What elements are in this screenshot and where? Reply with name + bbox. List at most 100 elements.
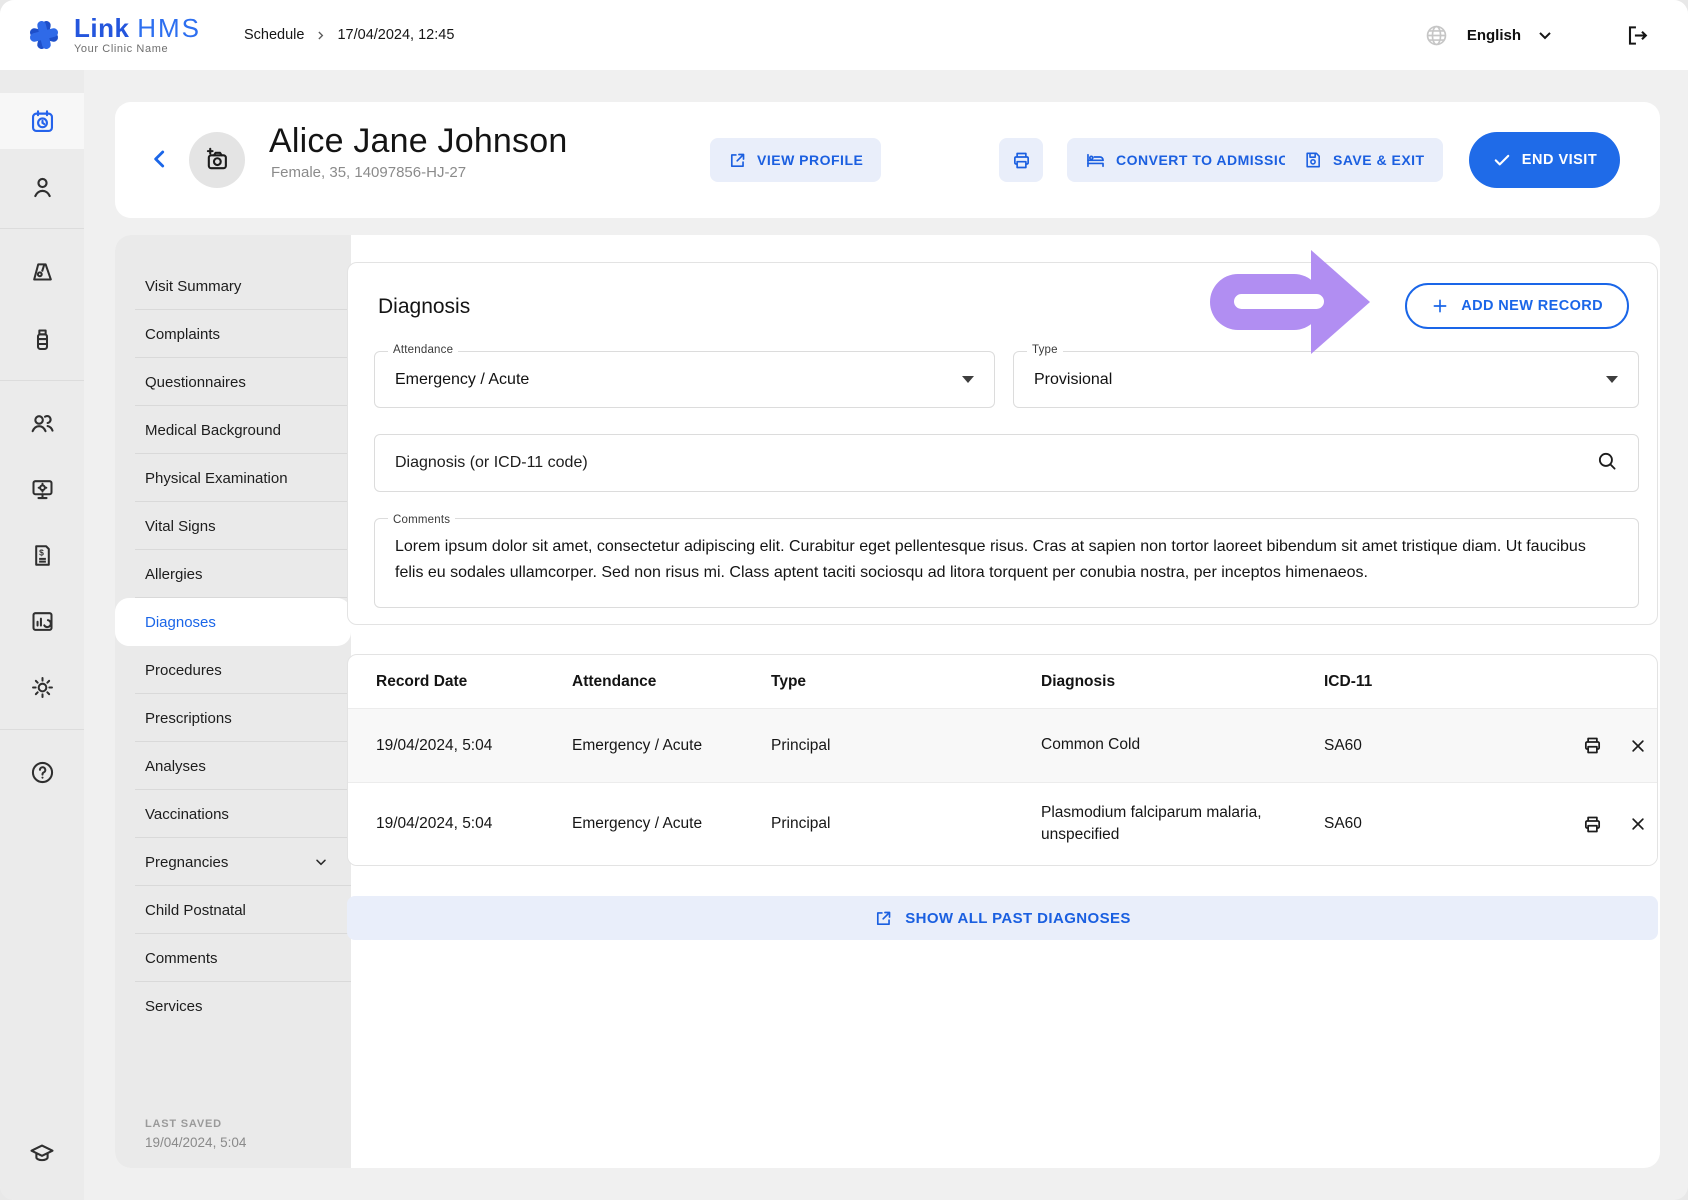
add-new-record-button[interactable]: ADD NEW RECORD <box>1405 283 1629 329</box>
cell-icd11: SA60 <box>1324 737 1511 755</box>
nav-item-child-postnatal[interactable]: Child Postnatal <box>115 886 351 934</box>
caret-down-icon <box>962 376 974 383</box>
nav-item-medical-background[interactable]: Medical Background <box>115 406 351 454</box>
patient-name: Alice Jane Johnson <box>269 122 567 161</box>
attendance-value: Emergency / Acute <box>395 371 529 389</box>
monitor-settings-icon <box>29 476 56 503</box>
chart-report-icon <box>29 608 56 635</box>
logout-icon <box>1625 23 1650 48</box>
nav-item-prescriptions[interactable]: Prescriptions <box>115 694 351 742</box>
brand-tagline: Your Clinic Name <box>74 43 201 55</box>
chevron-left-icon <box>147 146 173 172</box>
medical-cross-logo-icon <box>24 15 64 55</box>
last-saved-value: 19/04/2024, 5:04 <box>145 1135 246 1150</box>
print-visit-button[interactable] <box>999 138 1043 182</box>
rail-laboratory-button[interactable] <box>0 244 84 300</box>
save-and-exit-button[interactable]: SAVE & EXIT <box>1285 138 1443 182</box>
rail-schedule-button[interactable] <box>0 93 84 149</box>
cell-diagnosis: Common Cold <box>1041 734 1324 756</box>
brand-name: Link HMS <box>74 15 201 41</box>
top-bar: Link HMS Your Clinic Name Schedule 17/04… <box>0 0 1688 70</box>
hospital-bed-icon <box>1085 150 1106 171</box>
nav-item-comments[interactable]: Comments <box>115 934 351 982</box>
col-record-date: Record Date <box>348 673 572 691</box>
print-record-button[interactable] <box>1582 814 1603 835</box>
plus-icon <box>1431 297 1449 315</box>
brand-logo[interactable]: Link HMS Your Clinic Name <box>0 15 220 55</box>
icon-rail: $ <box>0 70 84 1200</box>
breadcrumb: Schedule 17/04/2024, 12:45 <box>244 27 454 43</box>
delete-record-button[interactable] <box>1629 815 1647 833</box>
caret-down-icon <box>1606 376 1618 383</box>
convert-to-admission-button[interactable]: CONVERT TO ADMISSION <box>1067 138 1318 182</box>
table-row: 19/04/2024, 5:04 Emergency / Acute Princ… <box>348 709 1657 783</box>
print-record-button[interactable] <box>1582 735 1603 756</box>
gear-icon <box>29 674 56 701</box>
svg-text:$: $ <box>39 547 44 557</box>
delete-record-button[interactable] <box>1629 737 1647 755</box>
invoice-icon: $ <box>29 542 56 569</box>
breadcrumb-schedule-link[interactable]: Schedule <box>244 27 304 43</box>
patient-avatar-add-photo[interactable] <box>189 132 245 188</box>
nav-item-visit-summary[interactable]: Visit Summary <box>115 262 351 310</box>
visit-content-card: Visit Summary Complaints Questionnaires … <box>115 235 1660 1168</box>
rail-divider <box>0 380 84 381</box>
diagnosis-search-field <box>374 434 1639 492</box>
col-icd11: ICD-11 <box>1324 673 1511 691</box>
graduation-cap-icon <box>28 1139 56 1167</box>
close-icon <box>1629 737 1647 755</box>
rail-staff-button[interactable] <box>0 395 84 451</box>
rail-divider <box>0 228 84 229</box>
attendance-select[interactable]: Attendance Emergency / Acute <box>374 351 995 408</box>
rail-medications-button[interactable] <box>0 311 84 367</box>
save-file-icon <box>1303 150 1323 170</box>
rail-billing-button[interactable]: $ <box>0 527 84 583</box>
nav-item-services[interactable]: Services <box>115 982 351 1030</box>
type-value: Provisional <box>1034 371 1112 389</box>
nav-item-allergies[interactable]: Allergies <box>115 550 351 598</box>
table-row: 19/04/2024, 5:04 Emergency / Acute Princ… <box>348 783 1657 865</box>
end-visit-button[interactable]: END VISIT <box>1469 132 1620 188</box>
diagnosis-search-input[interactable] <box>395 454 1584 472</box>
patient-meta: Female, 35, 14097856-HJ-27 <box>271 164 466 181</box>
view-profile-button[interactable]: VIEW PROFILE <box>710 138 881 182</box>
nav-item-complaints[interactable]: Complaints <box>115 310 351 358</box>
show-all-past-diagnoses-button[interactable]: SHOW ALL PAST DIAGNOSES <box>347 896 1658 940</box>
person-icon <box>29 174 56 201</box>
close-icon <box>1629 815 1647 833</box>
diagnosis-records-table: Record Date Attendance Type Diagnosis IC… <box>347 654 1658 866</box>
rail-reports-button[interactable] <box>0 593 84 649</box>
cell-record-date: 19/04/2024, 5:04 <box>348 737 572 755</box>
rail-patients-button[interactable] <box>0 159 84 215</box>
visit-nav-panel: Visit Summary Complaints Questionnaires … <box>115 235 351 1168</box>
section-title: Diagnosis <box>378 295 470 319</box>
rail-learning-button[interactable] <box>0 1125 84 1181</box>
diagnosis-form-card: Diagnosis ADD NEW RECORD Attendance Emer… <box>347 262 1658 625</box>
search-icon[interactable] <box>1596 450 1618 477</box>
type-select[interactable]: Type Provisional <box>1013 351 1639 408</box>
nav-item-vital-signs[interactable]: Vital Signs <box>115 502 351 550</box>
rail-settings-button[interactable] <box>0 659 84 715</box>
nav-item-questionnaires[interactable]: Questionnaires <box>115 358 351 406</box>
language-selector-label[interactable]: English <box>1467 27 1521 44</box>
cell-type: Principal <box>771 815 1041 833</box>
chevron-down-icon <box>313 854 329 870</box>
nav-item-diagnoses[interactable]: Diagnoses <box>115 598 351 646</box>
add-photo-camera-icon <box>203 146 231 174</box>
nav-item-pregnancies[interactable]: Pregnancies <box>115 838 351 886</box>
nav-item-analyses[interactable]: Analyses <box>115 742 351 790</box>
cell-type: Principal <box>771 737 1041 755</box>
logout-button[interactable] <box>1625 23 1650 48</box>
nav-item-vaccinations[interactable]: Vaccinations <box>115 790 351 838</box>
rail-help-button[interactable] <box>0 744 84 800</box>
check-icon <box>1492 150 1512 170</box>
cell-diagnosis: Plasmodium falciparum malaria, unspecifi… <box>1041 802 1324 847</box>
rail-workstation-button[interactable] <box>0 461 84 517</box>
comments-field[interactable]: Comments Lorem ipsum dolor sit amet, con… <box>374 518 1639 608</box>
language-dropdown-button[interactable] <box>1535 25 1555 45</box>
people-icon <box>28 409 56 437</box>
last-saved-label: LAST SAVED <box>145 1118 246 1130</box>
nav-item-procedures[interactable]: Procedures <box>115 646 351 694</box>
back-button[interactable] <box>147 146 173 177</box>
nav-item-physical-examination[interactable]: Physical Examination <box>115 454 351 502</box>
